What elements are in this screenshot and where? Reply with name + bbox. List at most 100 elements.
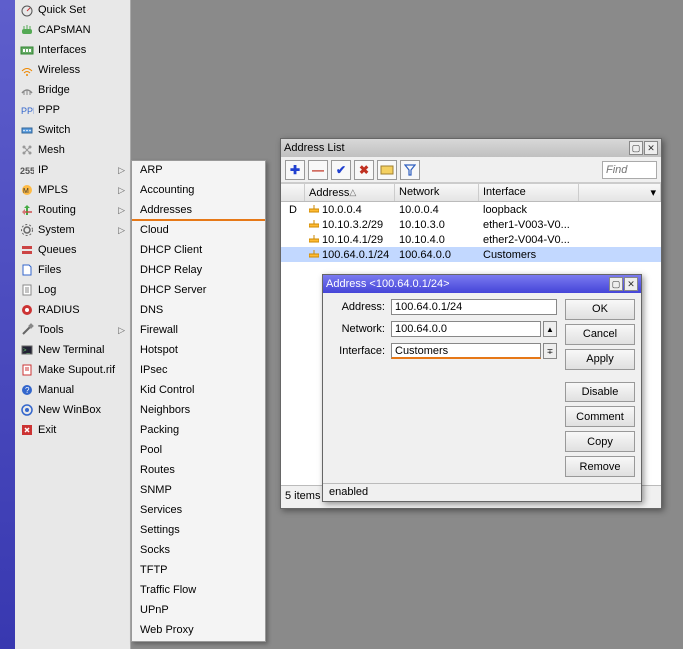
submenu-item-socks[interactable]: Socks — [132, 541, 265, 561]
sidebar-item-radius[interactable]: RADIUS — [15, 300, 130, 320]
submenu-item-pool[interactable]: Pool — [132, 441, 265, 461]
sidebar-item-files[interactable]: Files — [15, 260, 130, 280]
apply-button[interactable]: Apply — [565, 349, 635, 370]
add-button[interactable]: ✚ — [285, 160, 305, 180]
sidebar-item-label: Wireless — [38, 64, 80, 76]
network-up-icon[interactable]: ▲ — [543, 321, 557, 337]
submenu-item-hotspot[interactable]: Hotspot — [132, 341, 265, 361]
remove-button[interactable]: Remove — [565, 456, 635, 477]
submenu-item-upnp[interactable]: UPnP — [132, 601, 265, 621]
sidebar-item-queues[interactable]: Queues — [15, 240, 130, 260]
submenu-item-kid-control[interactable]: Kid Control — [132, 381, 265, 401]
queues-icon — [20, 243, 34, 257]
sidebar-item-mpls[interactable]: MMPLS▷ — [15, 180, 130, 200]
manual-icon: ? — [20, 383, 34, 397]
col-network[interactable]: Network — [395, 184, 479, 201]
sidebar-item-label: Routing — [38, 204, 76, 216]
submenu-item-cloud[interactable]: Cloud — [132, 221, 265, 241]
submenu-item-addresses[interactable]: Addresses — [132, 201, 265, 221]
restore-icon[interactable]: ▢ — [609, 277, 623, 291]
address-row[interactable]: 10.10.3.2/2910.10.3.0ether1-V003-V0... — [281, 217, 661, 232]
sidebar-item-routing[interactable]: Routing▷ — [15, 200, 130, 220]
comment-button[interactable] — [377, 160, 397, 180]
sidebar-item-wireless[interactable]: Wireless — [15, 60, 130, 80]
submenu-item-arp[interactable]: ARP — [132, 161, 265, 181]
cap-icon — [20, 23, 34, 37]
sidebar-item-new-winbox[interactable]: New WinBox — [15, 400, 130, 420]
interface-dropdown-icon[interactable]: ∓ — [543, 343, 557, 359]
col-dropdown[interactable]: ▾ — [579, 184, 661, 201]
restore-icon[interactable]: ▢ — [629, 141, 643, 155]
submenu-item-dns[interactable]: DNS — [132, 301, 265, 321]
address-list-titlebar[interactable]: Address List ▢ ✕ — [281, 139, 661, 157]
sidebar-item-label: Quick Set — [38, 4, 86, 16]
close-icon[interactable]: ✕ — [624, 277, 638, 291]
sidebar-item-quick-set[interactable]: Quick Set — [15, 0, 130, 20]
submenu-item-settings[interactable]: Settings — [132, 521, 265, 541]
submenu-item-dhcp-relay[interactable]: DHCP Relay — [132, 261, 265, 281]
address-list-toolbar: ✚ — ✔ ✖ — [281, 157, 661, 183]
submenu-item-firewall[interactable]: Firewall — [132, 321, 265, 341]
submenu-item-web-proxy[interactable]: Web Proxy — [132, 621, 265, 641]
sidebar-item-label: Files — [38, 264, 61, 276]
col-flag[interactable] — [281, 184, 305, 201]
sidebar-item-make-supout-rif[interactable]: Make Supout.rif — [15, 360, 130, 380]
address-row[interactable]: D10.0.0.410.0.0.4loopback — [281, 202, 661, 217]
col-interface[interactable]: Interface — [479, 184, 579, 201]
comment-button[interactable]: Comment — [565, 406, 635, 427]
exit-icon — [20, 423, 34, 437]
sidebar-item-log[interactable]: Log — [15, 280, 130, 300]
sidebar-item-interfaces[interactable]: Interfaces — [15, 40, 130, 60]
enable-button[interactable]: ✔ — [331, 160, 351, 180]
sidebar-item-mesh[interactable]: Mesh — [15, 140, 130, 160]
sidebar-item-ip[interactable]: 255IP▷ — [15, 160, 130, 180]
sidebar-item-label: RADIUS — [38, 304, 80, 316]
sidebar-stripe — [0, 0, 15, 649]
wifi-icon — [20, 63, 34, 77]
sidebar-item-switch[interactable]: Switch — [15, 120, 130, 140]
sidebar-item-capsman[interactable]: CAPsMAN — [15, 20, 130, 40]
submenu-item-routes[interactable]: Routes — [132, 461, 265, 481]
submenu-item-dhcp-client[interactable]: DHCP Client — [132, 241, 265, 261]
submenu-item-traffic-flow[interactable]: Traffic Flow — [132, 581, 265, 601]
remove-button[interactable]: — — [308, 160, 328, 180]
disable-button[interactable]: Disable — [565, 382, 635, 403]
sidebar-item-bridge[interactable]: Bridge — [15, 80, 130, 100]
sidebar-item-exit[interactable]: Exit — [15, 420, 130, 440]
chevron-right-icon: ▷ — [118, 185, 125, 196]
find-input[interactable] — [602, 161, 657, 179]
copy-button[interactable]: Copy — [565, 431, 635, 452]
address-row[interactable]: 10.10.4.1/2910.10.4.0ether2-V004-V0... — [281, 232, 661, 247]
network-input[interactable] — [391, 321, 541, 337]
ip-submenu: ARPAccountingAddressesCloudDHCP ClientDH… — [131, 160, 266, 642]
ok-button[interactable]: OK — [565, 299, 635, 320]
sidebar-item-label: Exit — [38, 424, 56, 436]
disable-button[interactable]: ✖ — [354, 160, 374, 180]
interface-input[interactable] — [391, 343, 541, 359]
submenu-item-tftp[interactable]: TFTP — [132, 561, 265, 581]
submenu-item-services[interactable]: Services — [132, 501, 265, 521]
submenu-item-neighbors[interactable]: Neighbors — [132, 401, 265, 421]
submenu-item-snmp[interactable]: SNMP — [132, 481, 265, 501]
filter-button[interactable] — [400, 160, 420, 180]
submenu-item-ipsec[interactable]: IPsec — [132, 361, 265, 381]
address-input[interactable] — [391, 299, 557, 315]
ip-icon: 255 — [20, 163, 34, 177]
address-row[interactable]: 100.64.0.1/24100.64.0.0Customers — [281, 247, 661, 262]
address-icon — [309, 220, 319, 230]
sidebar-item-manual[interactable]: ?Manual — [15, 380, 130, 400]
close-icon[interactable]: ✕ — [644, 141, 658, 155]
address-edit-status: enabled — [323, 483, 641, 501]
sidebar-item-ppp[interactable]: PPPPPP — [15, 100, 130, 120]
address-edit-titlebar[interactable]: Address <100.64.0.1/24> ▢ ✕ — [323, 275, 641, 293]
sidebar-item-new-terminal[interactable]: >_New Terminal — [15, 340, 130, 360]
sidebar-item-system[interactable]: System▷ — [15, 220, 130, 240]
cancel-button[interactable]: Cancel — [565, 324, 635, 345]
submenu-item-packing[interactable]: Packing — [132, 421, 265, 441]
row-network: 10.0.0.4 — [395, 204, 479, 216]
submenu-item-dhcp-server[interactable]: DHCP Server — [132, 281, 265, 301]
col-address[interactable]: Address △ — [305, 184, 395, 201]
sidebar-item-tools[interactable]: Tools▷ — [15, 320, 130, 340]
sidebar-item-label: PPP — [38, 104, 60, 116]
submenu-item-accounting[interactable]: Accounting — [132, 181, 265, 201]
